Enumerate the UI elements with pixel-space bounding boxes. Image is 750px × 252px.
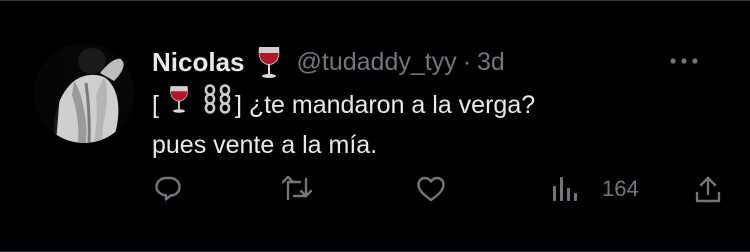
reply-icon (155, 176, 181, 201)
retweet-icon (281, 175, 313, 201)
timestamp[interactable]: 3d (477, 48, 505, 77)
views-icon (553, 177, 577, 201)
wine-glass-icon (167, 84, 191, 126)
bracket-open: [ (152, 91, 159, 119)
tweet-text: [] ¿te mandaron a la verga? pues vente … (152, 84, 536, 165)
reply-button[interactable] (154, 175, 182, 203)
action-bar: 164 (0, 171, 750, 211)
avatar-image (34, 43, 134, 143)
like-icon (417, 176, 445, 202)
retweet-button[interactable] (280, 175, 314, 203)
tweet-text-line-1-text: ] ¿te mandaron a la verga? (234, 91, 536, 119)
tweet-text-line-1: [] ¿te mandaron a la verga? (152, 84, 536, 126)
handle[interactable]: @tudaddy_tyy (297, 48, 457, 77)
separator-dot: · (462, 47, 472, 76)
chains-icon (203, 84, 233, 126)
share-button[interactable] (694, 175, 722, 205)
tweet-header: Nicolas @tudaddy_tyy · 3d (152, 43, 505, 81)
avatar[interactable] (34, 43, 134, 143)
display-name[interactable]: Nicolas (152, 47, 245, 78)
views-count: 164 (602, 176, 639, 201)
share-icon (695, 176, 721, 203)
tweet[interactable]: Nicolas @tudaddy_tyy · 3d [] ¿te mandar… (0, 0, 750, 252)
views-button[interactable]: 164 (552, 175, 639, 203)
wine-glass-icon (255, 45, 283, 79)
more-icon[interactable] (668, 51, 700, 71)
tweet-text-line-2: pues vente a la mía. (152, 131, 378, 159)
like-button[interactable] (416, 175, 446, 203)
